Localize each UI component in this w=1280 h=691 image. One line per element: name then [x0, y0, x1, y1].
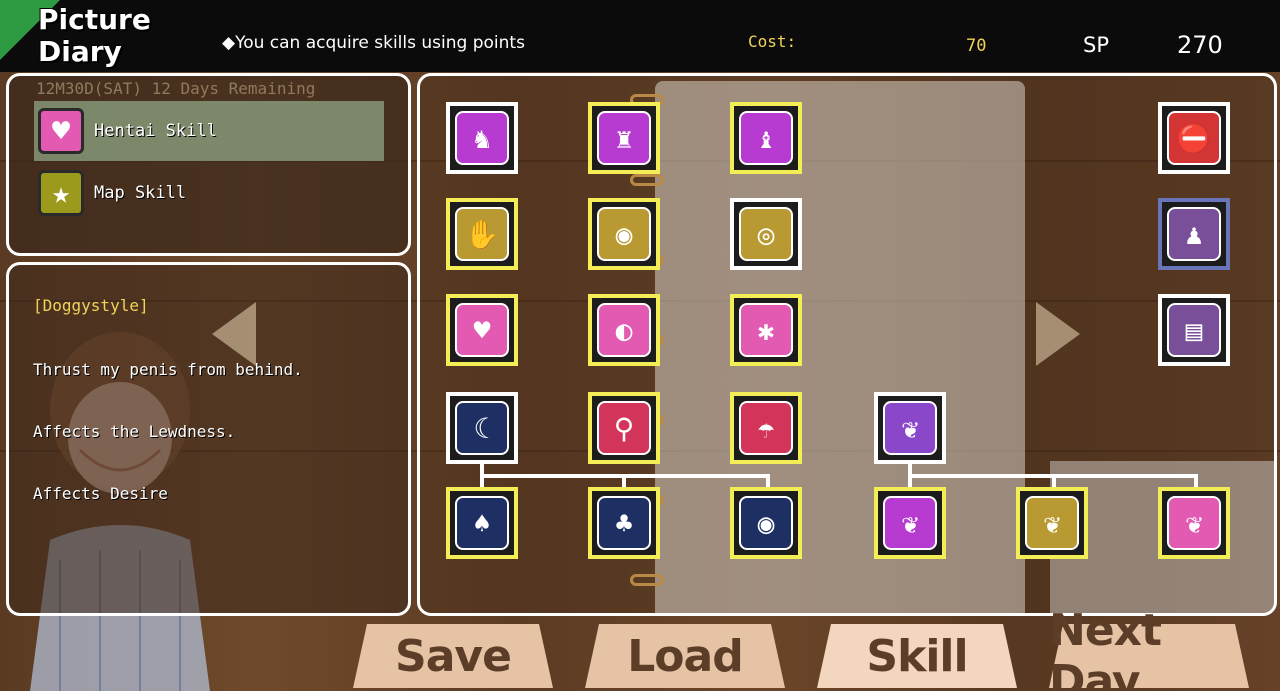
toilet-icon: ⚲	[597, 401, 651, 455]
skill-button-label: Skill	[866, 630, 968, 682]
lips-icon: ◉	[597, 207, 651, 261]
sp-value: 270	[1177, 31, 1223, 59]
description-line: Affects the Lewdness.	[33, 422, 236, 441]
skill-row5-col2[interactable]: ♣	[588, 487, 660, 559]
load-button[interactable]: Load	[585, 624, 785, 688]
back-icon: ♣	[597, 496, 651, 550]
doggystyle-icon: ♞	[455, 111, 509, 165]
phallus-icon: ❦	[883, 401, 937, 455]
description-line: Affects Desire	[33, 484, 168, 503]
skill-row4-col4[interactable]: ❦	[874, 392, 946, 464]
skill-connector	[766, 474, 770, 488]
cost-label: Cost:	[748, 32, 797, 51]
notebook-ring	[630, 574, 664, 586]
description-line: Thrust my penis from behind.	[33, 360, 303, 379]
date-remaining-text: 12M30D(SAT) 12 Days Remaining	[36, 79, 316, 98]
hint-text: ◆You can acquire skills using points	[222, 33, 525, 53]
skill-row3-col8[interactable]: ▤	[1158, 294, 1230, 366]
mouth-icon: ◉	[739, 496, 793, 550]
skill-row4-col1[interactable]: ☾	[446, 392, 518, 464]
phallus-pink-icon: ❦	[1167, 496, 1221, 550]
missionary-icon: ♜	[597, 111, 651, 165]
skill-row2-col8[interactable]: ♟	[1158, 198, 1230, 270]
load-button-label: Load	[627, 630, 743, 682]
shower-icon: ☂	[739, 401, 793, 455]
save-button-label: Save	[395, 630, 512, 682]
skill-grid-panel	[417, 73, 1277, 616]
doll-icon: ♟	[1167, 207, 1221, 261]
locker-icon: ▤	[1167, 303, 1221, 357]
prev-page-arrow[interactable]	[212, 302, 256, 366]
skill-connector	[622, 474, 626, 488]
category-label: Map Skill	[94, 183, 187, 203]
star-icon: ★	[38, 170, 84, 216]
couple-icon: ♥	[455, 303, 509, 357]
skill-row3-col1[interactable]: ♥	[446, 294, 518, 366]
skill-row4-col2[interactable]: ⚲	[588, 392, 660, 464]
next-page-arrow[interactable]	[1036, 302, 1080, 366]
skill-row1-col1[interactable]: ♞	[446, 102, 518, 174]
skill-row1-col2[interactable]: ♜	[588, 102, 660, 174]
phallus-gold-icon: ❦	[1025, 496, 1079, 550]
save-button[interactable]: Save	[353, 624, 553, 688]
category-label: Hentai Skill	[94, 121, 217, 141]
skill-button[interactable]: Skill	[817, 624, 1017, 688]
skill-row3-col2[interactable]: ◐	[588, 294, 660, 366]
breasts-icon: ◎	[739, 207, 793, 261]
skill-row4-col3[interactable]: ☂	[730, 392, 802, 464]
notebook-ring	[630, 174, 664, 186]
game-logo: Picture Diary	[38, 4, 151, 68]
skill-row5-col5[interactable]: ❦	[1016, 487, 1088, 559]
skill-row1-col8[interactable]: ⛔	[1158, 102, 1230, 174]
skill-connector	[1052, 474, 1056, 488]
night-hill-icon: ☾	[455, 401, 509, 455]
skill-row5-col1[interactable]: ♠	[446, 487, 518, 559]
no-entry-icon: ⛔	[1167, 111, 1221, 165]
logo-line-1: Picture	[38, 3, 151, 36]
seated-icon: ♝	[739, 111, 793, 165]
category-map-skill[interactable]: ★ Map Skill	[34, 163, 384, 223]
skill-row5-col6[interactable]: ❦	[1158, 487, 1230, 559]
logo-line-2: Diary	[38, 35, 122, 68]
next-day-button[interactable]: Next Day	[1049, 605, 1249, 691]
lying-icon: ♠	[455, 496, 509, 550]
skill-row5-col4[interactable]: ❦	[874, 487, 946, 559]
skill-row2-col2[interactable]: ◉	[588, 198, 660, 270]
next-day-button-label: Next Day	[1049, 605, 1162, 691]
vulva-icon: ◐	[597, 303, 651, 357]
skill-row2-col3[interactable]: ◎	[730, 198, 802, 270]
hand-icon: ✋	[455, 207, 509, 261]
heart-icon: ♥	[38, 108, 84, 154]
sp-label: SP	[1083, 33, 1109, 57]
skill-connector	[1194, 474, 1198, 488]
notebook-background	[655, 81, 1025, 613]
cost-value: 70	[966, 36, 987, 56]
buttocks-icon: ✱	[739, 303, 793, 357]
skill-row2-col1[interactable]: ✋	[446, 198, 518, 270]
phallus-plus-icon: ❦	[883, 496, 937, 550]
top-bar: Picture Diary ◆You can acquire skills us…	[0, 0, 1280, 72]
skill-row3-col3[interactable]: ✱	[730, 294, 802, 366]
skill-row5-col3[interactable]: ◉	[730, 487, 802, 559]
skill-row1-col3[interactable]: ♝	[730, 102, 802, 174]
category-hentai-skill[interactable]: ♥ Hentai Skill	[34, 101, 384, 161]
skill-screen: Picture Diary ◆You can acquire skills us…	[0, 0, 1280, 691]
skill-title: [Doggystyle]	[33, 296, 149, 315]
